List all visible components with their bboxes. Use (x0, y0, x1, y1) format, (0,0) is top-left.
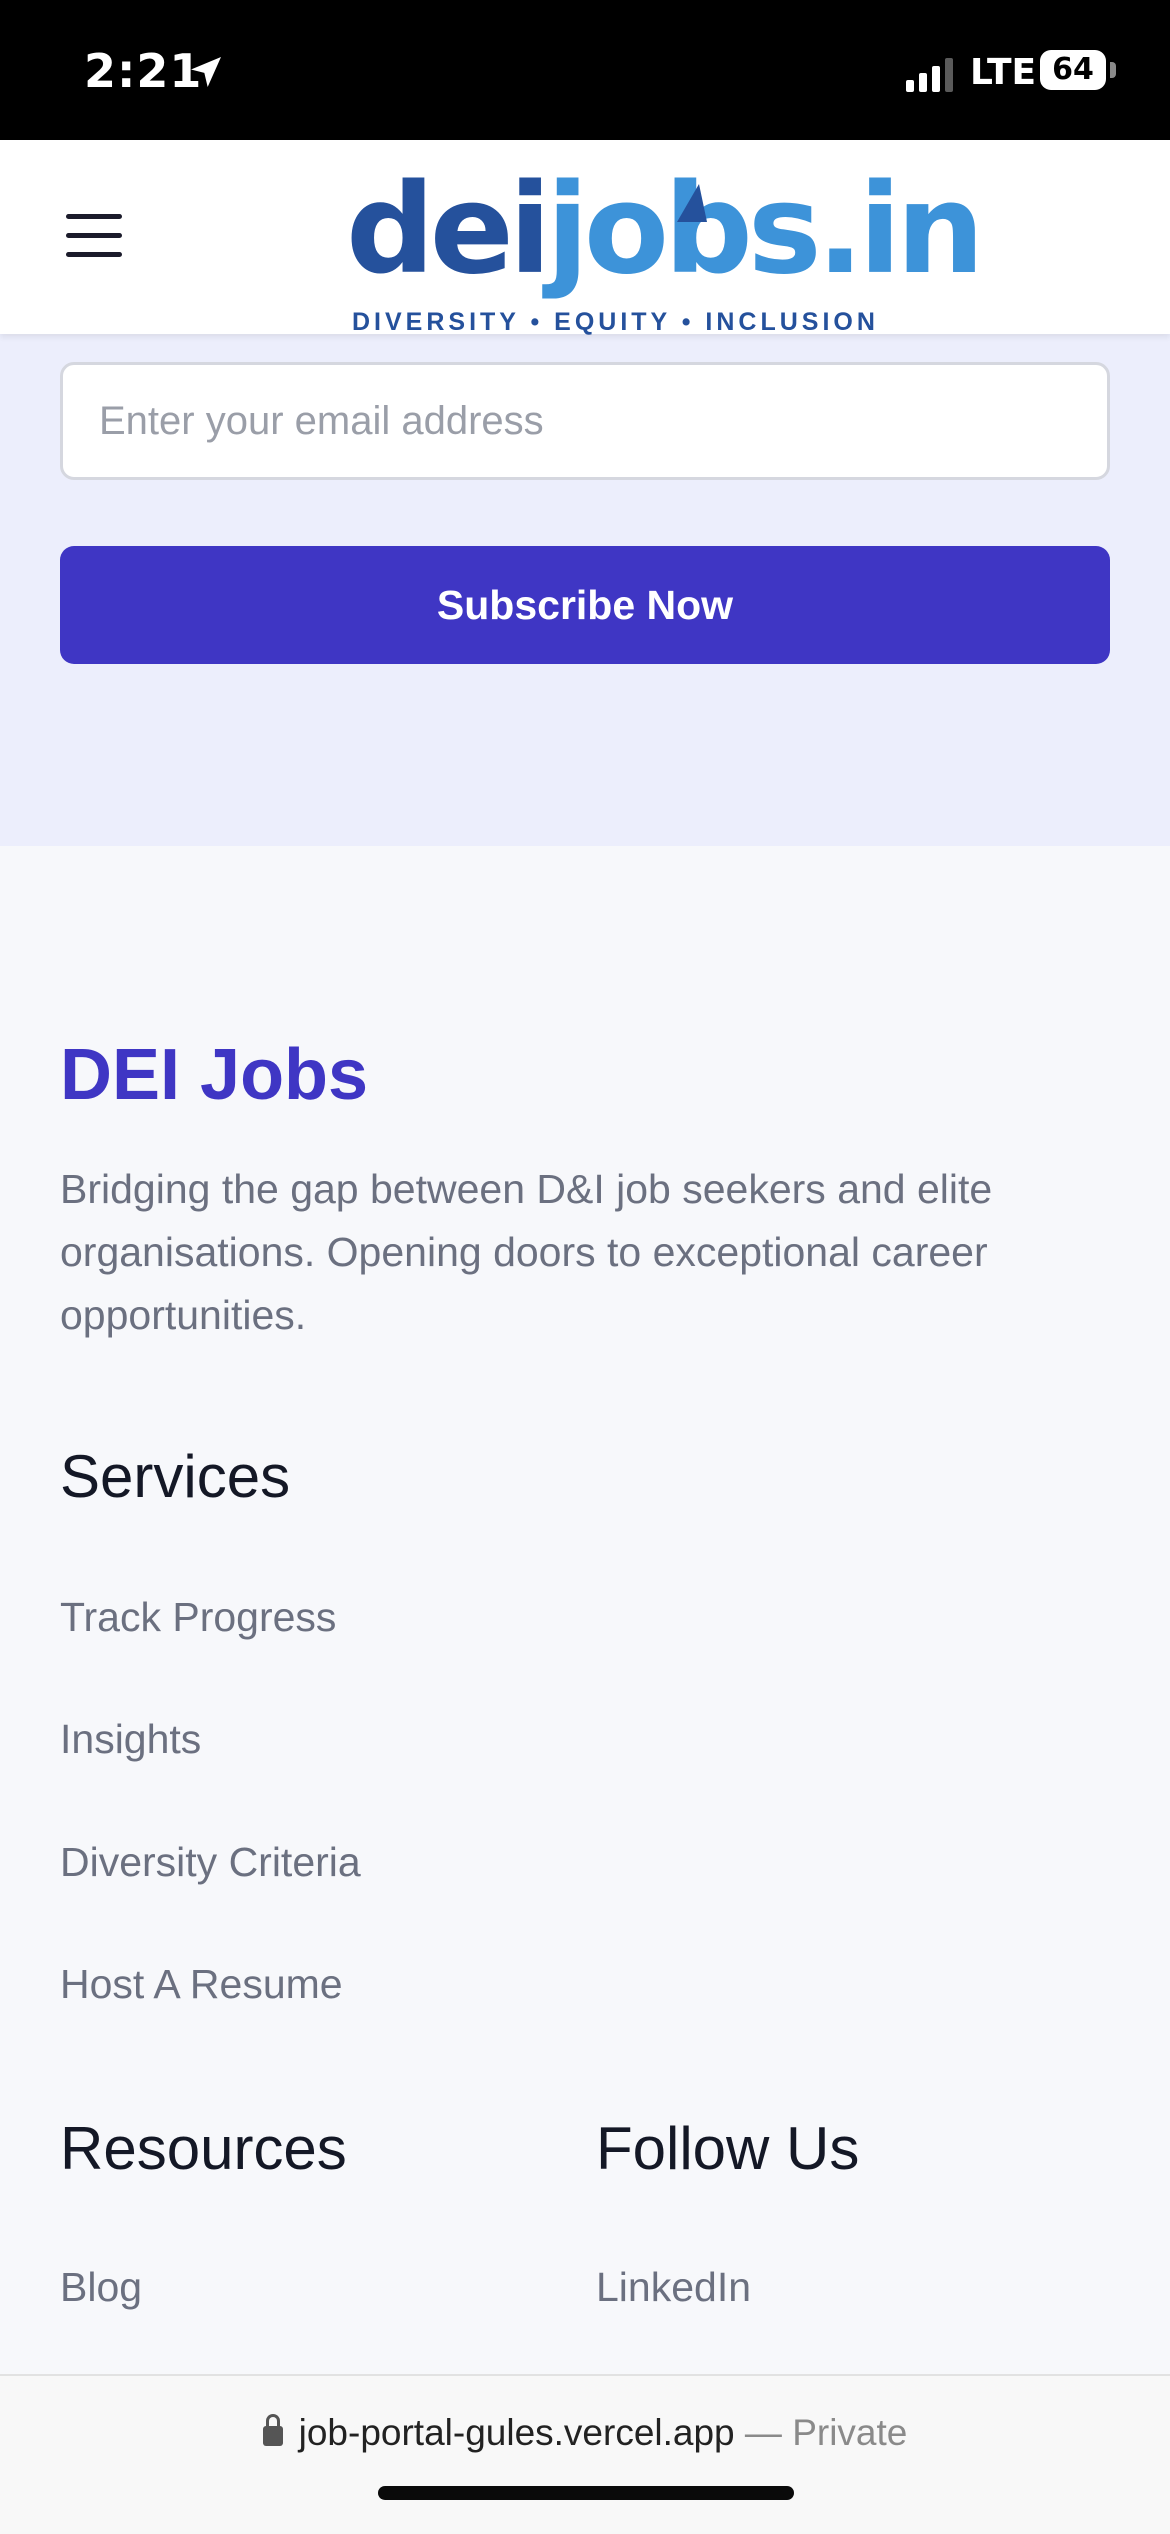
url-text: job-portal-gules.vercel.app (298, 2412, 735, 2453)
signal-strength-icon (906, 58, 953, 92)
follow-us-heading: Follow Us (596, 2115, 860, 2182)
footer-link-track-progress[interactable]: Track Progress (60, 1594, 336, 1641)
battery-icon: 64 (1040, 50, 1106, 90)
services-heading: Services (60, 1443, 291, 1510)
footer-link-blog[interactable]: Blog (60, 2264, 142, 2311)
subscribe-button[interactable]: Subscribe Now (60, 546, 1110, 664)
logo-tagline: DIVERSITY • EQUITY • INCLUSION (352, 308, 879, 336)
site-logo[interactable]: deijobs.in DIVERSITY • EQUITY • INCLUSIO… (346, 168, 985, 336)
location-arrow-icon (191, 57, 221, 87)
footer-link-host-a-resume[interactable]: Host A Resume (60, 1961, 343, 2008)
status-bar: 2:21 LTE 64 (0, 0, 1170, 140)
newsletter-section: Subscribe Now (0, 334, 1170, 846)
status-time: 2:21 (84, 44, 203, 98)
home-indicator[interactable] (378, 2486, 794, 2500)
logo-jobs-text: jobs.in (546, 158, 984, 302)
private-label: — Private (744, 2412, 908, 2453)
footer-link-insights[interactable]: Insights (60, 1716, 201, 1763)
site-header: deijobs.in DIVERSITY • EQUITY • INCLUSIO… (0, 140, 1170, 336)
network-type: LTE (970, 52, 1037, 93)
site-footer: DEI Jobs Bridging the gap between D&I jo… (0, 846, 1170, 2376)
resources-heading: Resources (60, 2115, 347, 2182)
logo-wordmark: deijobs.in (346, 168, 985, 292)
logo-dei-text: dei (346, 158, 551, 302)
url-row[interactable]: job-portal-gules.vercel.app — Private (0, 2412, 1170, 2454)
footer-brand-title: DEI Jobs (60, 1035, 369, 1115)
lock-icon (262, 2414, 283, 2446)
browser-address-bar[interactable]: job-portal-gules.vercel.app — Private (0, 2374, 1170, 2534)
footer-link-linkedin[interactable]: LinkedIn (596, 2264, 751, 2311)
hamburger-menu-icon[interactable] (66, 214, 122, 258)
footer-brand-description: Bridging the gap between D&I job seekers… (60, 1166, 993, 1338)
battery-cap (1110, 62, 1116, 78)
email-input[interactable] (60, 362, 1110, 480)
graduation-cap-icon (677, 184, 707, 222)
footer-link-diversity-criteria[interactable]: Diversity Criteria (60, 1839, 361, 1886)
